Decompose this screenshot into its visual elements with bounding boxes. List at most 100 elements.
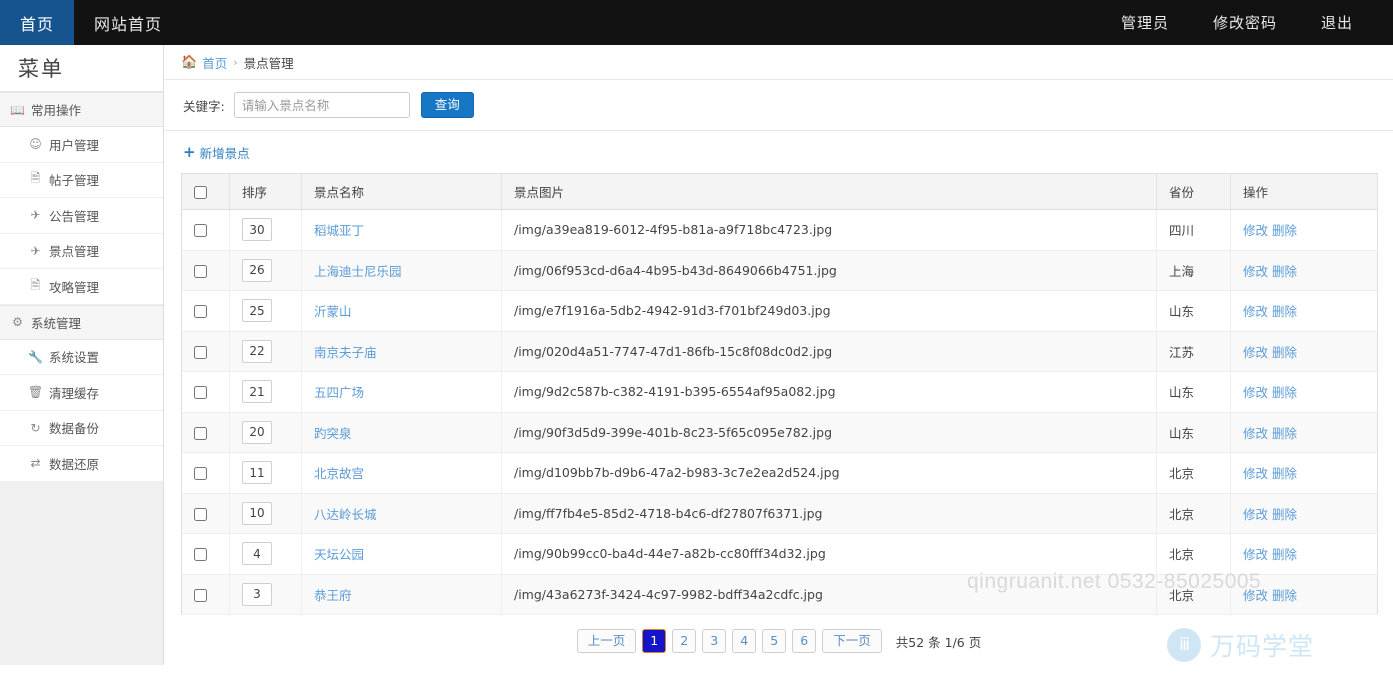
edit-link[interactable]: 修改 [1243,385,1268,400]
add-attraction-button[interactable]: + 新增景点 [183,143,250,162]
row-checkbox[interactable] [194,265,207,278]
attraction-name-link[interactable]: 南京夫子庙 [314,345,377,360]
search-button[interactable]: 查询 [421,92,474,118]
list-icon: 🗎 [28,276,43,297]
row-actions-cell: 修改 删除 [1231,412,1378,453]
attraction-name-link[interactable]: 上海迪士尼乐园 [314,264,402,279]
sort-order-input[interactable] [242,259,272,282]
attraction-name-link[interactable]: 北京故宫 [314,466,364,481]
sidebar-item-clear-cache[interactable]: 🗑 清理缓存 [0,375,163,411]
breadcrumb: 🏠 首页 › 景点管理 [165,45,1393,80]
table-row: 恭王府/img/43a6273f-3424-4c97-9982-bdff34a2… [182,574,1378,615]
delete-link[interactable]: 删除 [1272,507,1297,522]
pagination-page-6[interactable]: 6 [792,629,816,653]
nav-change-password[interactable]: 修改密码 [1191,0,1299,45]
sidebar-group-system-management[interactable]: ⚙ 系统管理 [0,305,163,340]
row-sort-cell [230,534,302,575]
row-sort-cell [230,250,302,291]
sort-order-input[interactable] [242,299,272,322]
row-sort-cell [230,210,302,251]
sidebar-item-attraction-management-label: 景点管理 [49,241,99,260]
breadcrumb-home-link[interactable]: 首页 [202,53,227,72]
delete-link[interactable]: 删除 [1272,588,1297,603]
nav-admin-user[interactable]: 管理员 [1099,0,1191,45]
row-checkbox[interactable] [194,508,207,521]
column-header-name[interactable]: 景点名称 [302,174,502,210]
attraction-name-link[interactable]: 天坛公园 [314,547,364,562]
attraction-name-link[interactable]: 恭王府 [314,588,352,603]
row-select-cell [182,574,230,615]
edit-link[interactable]: 修改 [1243,426,1268,441]
delete-link[interactable]: 删除 [1272,426,1297,441]
edit-link[interactable]: 修改 [1243,264,1268,279]
sort-order-input[interactable] [242,340,272,363]
edit-link[interactable]: 修改 [1243,223,1268,238]
sidebar-item-guide-management-label: 攻略管理 [49,277,99,296]
row-checkbox[interactable] [194,305,207,318]
sidebar-item-announcement-management[interactable]: ✈ 公告管理 [0,198,163,234]
pagination-prev-button[interactable]: 上一页 [577,629,637,653]
sidebar-item-user-management[interactable]: ☺ 用户管理 [0,127,163,163]
sort-order-input[interactable] [242,421,272,444]
pagination-page-3[interactable]: 3 [702,629,726,653]
row-select-cell [182,372,230,413]
search-input[interactable] [234,92,410,118]
sort-order-input[interactable] [242,542,272,565]
edit-link[interactable]: 修改 [1243,466,1268,481]
row-actions-cell: 修改 删除 [1231,453,1378,494]
nav-tab-website-home[interactable]: 网站首页 [74,0,182,45]
nav-change-password-label: 修改密码 [1213,12,1277,33]
select-all-checkbox[interactable] [194,186,207,199]
delete-link[interactable]: 删除 [1272,264,1297,279]
delete-link[interactable]: 删除 [1272,547,1297,562]
delete-link[interactable]: 删除 [1272,304,1297,319]
row-checkbox[interactable] [194,589,207,602]
attraction-name-link[interactable]: 沂蒙山 [314,304,352,319]
sidebar-item-post-management[interactable]: 🗎 帖子管理 [0,163,163,199]
attraction-name-link[interactable]: 五四广场 [314,385,364,400]
column-header-sort[interactable]: 排序 [230,174,302,210]
pagination-next-button[interactable]: 下一页 [822,629,882,653]
row-checkbox[interactable] [194,467,207,480]
delete-link[interactable]: 删除 [1272,223,1297,238]
pagination-page-5[interactable]: 5 [762,629,786,653]
sort-order-input[interactable] [242,380,272,403]
row-checkbox[interactable] [194,548,207,561]
sidebar-item-data-restore-label: 数据还原 [49,454,99,473]
row-checkbox[interactable] [194,224,207,237]
sidebar-group-common-operations[interactable]: 📖 常用操作 [0,92,163,127]
delete-link[interactable]: 删除 [1272,385,1297,400]
delete-link[interactable]: 删除 [1272,345,1297,360]
nav-tab-home[interactable]: 首页 [0,0,74,45]
sort-order-input[interactable] [242,583,272,606]
sidebar-item-attraction-management[interactable]: ✈ 景点管理 [0,234,163,270]
attraction-name-link[interactable]: 趵突泉 [314,426,352,441]
row-select-cell [182,291,230,332]
column-header-actions: 操作 [1231,174,1378,210]
pagination-page-2[interactable]: 2 [672,629,696,653]
edit-link[interactable]: 修改 [1243,547,1268,562]
edit-link[interactable]: 修改 [1243,304,1268,319]
row-checkbox[interactable] [194,346,207,359]
sidebar-item-data-backup[interactable]: ↻ 数据备份 [0,411,163,447]
sort-order-input[interactable] [242,218,272,241]
sidebar-item-data-restore[interactable]: ⇄ 数据还原 [0,446,163,482]
delete-link[interactable]: 删除 [1272,466,1297,481]
navbar-left-group: 首页 网站首页 [0,0,182,45]
sort-order-input[interactable] [242,461,272,484]
attraction-name-link[interactable]: 八达岭长城 [314,507,377,522]
edit-link[interactable]: 修改 [1243,345,1268,360]
row-checkbox[interactable] [194,386,207,399]
pagination-page-4[interactable]: 4 [732,629,756,653]
row-checkbox[interactable] [194,427,207,440]
attraction-name-link[interactable]: 稻城亚丁 [314,223,364,238]
pagination-page-1[interactable]: 1 [642,629,666,653]
sort-order-input[interactable] [242,502,272,525]
edit-link[interactable]: 修改 [1243,588,1268,603]
column-header-image[interactable]: 景点图片 [502,174,1157,210]
nav-logout[interactable]: 退出 [1299,0,1375,45]
edit-link[interactable]: 修改 [1243,507,1268,522]
sidebar-item-system-settings[interactable]: 🔧 系统设置 [0,340,163,376]
sidebar-item-guide-management[interactable]: 🗎 攻略管理 [0,269,163,305]
column-header-province[interactable]: 省份 [1157,174,1231,210]
